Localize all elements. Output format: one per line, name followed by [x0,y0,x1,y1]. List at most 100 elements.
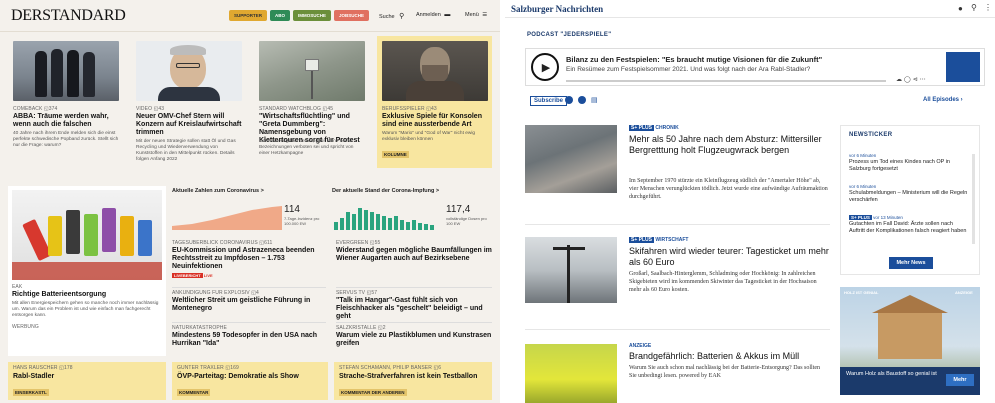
abba-kicker: COMEBACK ◱374 [13,106,58,112]
opinion-kicker: HANS RAUSCHER ◱178 [13,365,73,371]
plus-badge: S+ PLUS [849,215,872,220]
search-icon[interactable]: ⚲ [971,3,977,12]
ticker-scrollbar[interactable] [972,154,975,244]
house-roof [872,295,948,313]
mid-item-3[interactable]: SERVUS TV ◱57 "Talk im Hangar"-Gast fühl… [336,287,492,320]
login-label: Anmelden [416,12,441,18]
article-teaser: Im September 1970 stürzte ein Kleinflugz… [629,178,828,200]
teaser-abba[interactable]: COMEBACK ◱374 ABBA: Träume werden wahr, … [8,36,123,168]
mid-kicker: TAGESÜBERBLICK CORONAVIRUS ◱611 [172,240,273,246]
derstandard-page: DERSTANDARD SUPPORTER ABO IMMOSUCHE JOBS… [0,0,500,403]
battery-title: Richtige Batterieentsorgung [12,291,107,298]
mid-item-0[interactable]: TAGESÜBERBLICK CORONAVIRUS ◱611 EU-Kommi… [172,240,326,280]
user-icon[interactable]: ● [958,4,963,13]
menu-icon[interactable]: ⋮ [984,3,992,12]
klettern-kicker: STANDARD WATCHBLOG ◱45 [259,106,334,112]
search-link[interactable]: Suche ⚲ [379,12,404,20]
abba-title: ABBA: Träume werden wahr, wenn auch die … [13,113,109,128]
subscribe-button[interactable]: Subscribe [530,96,568,106]
teaser-spiele[interactable]: BERUFSSPIELER ◱43 Exklusive Spiele für K… [377,36,492,168]
corona-title: Aktuelle Zahlen zum Coronavirus > [172,188,264,194]
abo-button[interactable]: ABO [270,10,290,21]
ad-more-button[interactable]: Mehr [946,374,974,386]
mid-kicker: NATURKATASTROPHE [172,325,227,331]
play-button[interactable]: ▶ [531,53,559,81]
login-link[interactable]: Anmelden ▬ [416,12,450,18]
podcast-cover[interactable] [946,52,980,82]
mid-item-1[interactable]: EVERGREEN ◱55 Widerstand gegen mögliche … [336,240,492,280]
article-title: Mehr als 50 Jahre nach dem Absturz: Mitt… [629,134,822,155]
opinion-0[interactable]: HANS RAUSCHER ◱178 Rabl-Stadler EINSERKA… [8,362,166,400]
spotify-icon[interactable] [578,96,586,104]
mid-title: EU-Kommission und Astrazeneca beenden Re… [172,247,315,270]
mid-item-5[interactable]: SALZKRISTALLE ◱2 Warum viele zu Plastikb… [336,322,492,356]
opinion-2[interactable]: STEFAN SCHAMANN, PHILIP BANSER ◱6 Strach… [334,362,492,400]
sn-page: Salzburger Nachrichten ● ⚲ ⋮ PODCAST "JE… [505,0,995,403]
spiele-kicker: BERUFSSPIELER ◱43 [382,106,437,112]
corona-value: 114 [284,204,300,215]
immosuche-button[interactable]: IMMOSUCHE [293,10,331,21]
sn-logo[interactable]: Salzburger Nachrichten [511,4,603,14]
podcast-player: ▶ Bilanz zu den Festspielen: "Es braucht… [525,48,985,86]
liveticker-badge: LIVEBERICHT [172,273,203,278]
mid-item-2[interactable]: ANKÜNDIGUNG FÜR EXPLOSIV ◱4 Weltlicher S… [172,287,326,319]
article-teaser: Großarl, Saalbach-Hinterglemm, Schladmin… [629,271,817,293]
opinion-1[interactable]: GÜNTER TRAXLER ◱169 ÖVP-Parteitag: Demok… [172,362,328,400]
all-episodes-link[interactable]: All Episodes › [923,97,963,103]
menu-button[interactable]: Menü ☰ [465,12,487,18]
opinion-tag: KOMMENTAR [177,389,211,396]
sn-article-1[interactable]: S+ PLUS WIRTSCHAFT Skifahren wird wieder… [525,235,830,330]
article-title: Skifahren wird wieder teurer: Tagesticke… [629,246,829,267]
mid-item-4[interactable]: NATURKATASTROPHE Mindestens 59 Todesopfe… [172,322,326,356]
house-drawing [878,311,942,359]
corona-widget[interactable]: Aktuelle Zahlen zum Coronavirus > 114 7-… [170,186,328,234]
corona-unit: 7-Tage-Inzidenz pro 100.000 EW [284,216,320,226]
omv-title: Neuer OMV-Chef Stern will Konzern auf Kr… [136,113,242,136]
progress-track[interactable] [566,80,886,82]
ad-tag: ANZEIGE [955,290,973,295]
mid-kicker: EVERGREEN ◱55 [336,240,381,246]
apple-podcasts-icon[interactable] [565,96,573,104]
play-icon: ▶ [541,61,551,74]
sn-article-2[interactable]: ANZEIGE Brandgefährlich: Batterien & Akk… [525,340,830,403]
spiele-text: Warum "Mario" und "God of War" nicht ewi… [382,131,476,142]
ticker-text: Prozess um Tod eines Kindes nach OP in S… [849,159,950,172]
wreck-photo [525,125,617,193]
plus-badge: S+ PLUS [629,237,654,243]
spiele-title: Exklusive Spiele für Konsolen sind eine … [382,113,482,128]
impf-widget[interactable]: Der aktuelle Stand der Corona-Impfung > … [330,186,492,234]
battery-kicker: EAK [12,284,23,290]
screenshot-root: DERSTANDARD SUPPORTER ABO IMMOSUCHE JOBS… [0,0,995,403]
mid-title: "Talk im Hangar"-Gast fühlt sich von Fle… [336,297,483,320]
sn-article-0[interactable]: S+ PLUS CHRONIK Mehr als 50 Jahre nach d… [525,125,830,225]
article-category: CHRONIK [655,125,679,131]
jobsuche-button[interactable]: JOBSUCHE [334,10,369,21]
mid-kicker: SERVUS TV ◱57 [336,290,378,296]
teaser-klettern[interactable]: STANDARD WATCHBLOG ◱45 "Wirtschaftsflüch… [254,36,369,168]
stats-icon[interactable]: ▤ [591,96,598,104]
impf-chart [334,208,434,230]
ticker-item-1[interactable]: vor 6 Minuten Schulabmeldungen – Ministe… [849,184,969,204]
omv-photo [136,41,242,101]
teaser-omv[interactable]: VIDEO ◱43 Neuer OMV-Chef Stern will Konz… [131,36,246,168]
ds-logo[interactable]: DERSTANDARD [11,7,126,25]
more-news-button[interactable]: Mehr News [889,257,933,269]
supporter-button[interactable]: SUPPORTER [229,10,267,21]
corona-chart [172,206,282,230]
holz-ad[interactable]: HOLZ IST GENIAL ANZEIGE Warum Holz als B… [840,287,980,395]
opinion-tag: KOMMENTAR DER ANDEREN [339,389,407,396]
ticker-item-2[interactable]: S+ PLUS vor 13 Minuten Gutachten im Fall… [849,215,969,235]
search-label: Suche [379,14,395,20]
battery-ad[interactable]: EAK Richtige Batterieentsorgung Mit alle… [8,186,166,356]
player-controls[interactable]: ☁◯⊲⋯ [896,76,928,83]
opinion-title: ÖVP-Parteitag: Demokratie als Show [177,373,299,380]
ticker-item-0[interactable]: vor 6 Minuten Prozess um Tod eines Kinde… [849,153,969,173]
battery-text: Mit allen Energiespeichern gehen so manc… [12,301,159,318]
ds-row1: COMEBACK ◱374 ABBA: Träume werden wahr, … [8,36,492,168]
article-meta: S+ PLUS CHRONIK [629,125,679,131]
mid-title: Weltlicher Streit um geistliche Führung … [172,297,311,312]
article-teaser: Warum Sie auch schon mal nachlässig bei … [629,365,821,379]
menu-label: Menü [465,12,479,18]
opinion-title: Strache-Strafverfahren ist kein Testball… [339,373,478,380]
impf-unit: vollständige Dosen pro 100 EW [446,216,487,226]
